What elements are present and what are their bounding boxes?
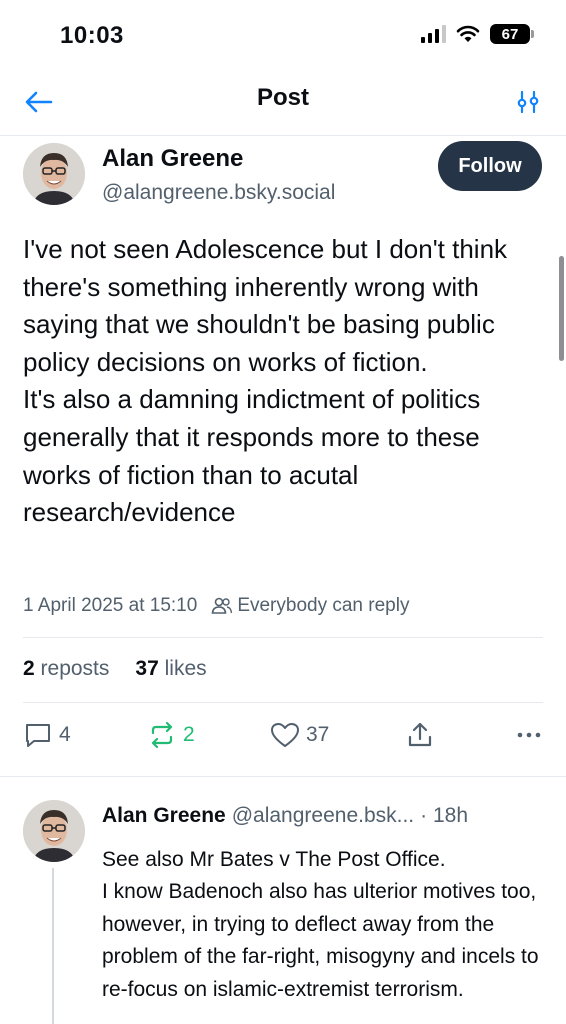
reply-text: See also Mr Bates v The Post Office. I k… — [102, 848, 539, 1001]
reply-setting-label: Everybody can reply — [237, 595, 410, 616]
more-options-button[interactable] — [515, 721, 543, 749]
follow-button[interactable]: Follow — [438, 141, 542, 191]
thread-settings-button[interactable] — [510, 84, 546, 120]
battery-icon: 67 — [490, 24, 534, 44]
avatar[interactable] — [23, 800, 85, 862]
divider — [23, 702, 543, 703]
status-bar: 10:03 67 — [0, 0, 566, 70]
wifi-icon — [456, 25, 480, 42]
comment-icon — [26, 724, 50, 747]
scrollbar[interactable] — [559, 256, 564, 361]
share-button[interactable] — [406, 721, 434, 749]
sliders-icon — [517, 90, 539, 114]
page-title: Post — [256, 84, 309, 111]
post-date: 1 April 2025 at 15:10 — [23, 595, 198, 616]
author-name[interactable]: Alan Greene — [102, 145, 243, 173]
more-dots-icon — [517, 732, 541, 738]
likes-label: likes — [164, 657, 207, 680]
thread-line — [52, 868, 54, 1024]
repost-count: 2 — [183, 723, 195, 746]
reposts-label: reposts — [40, 657, 110, 680]
like-count: 37 — [306, 723, 330, 746]
status-time: 10:03 — [60, 22, 124, 49]
reply-count: 4 — [59, 723, 71, 746]
reply-header: Alan Greene @alangreene.bsk... · 18h — [102, 804, 468, 828]
reposts-count: 2 — [23, 657, 35, 680]
repost-button[interactable]: 2 — [147, 721, 195, 749]
status-icons: 67 — [421, 24, 534, 44]
likes-count: 37 — [135, 657, 159, 680]
reply-setting: Everybody can reply — [211, 595, 409, 617]
post-actions: 4 2 37 — [23, 721, 543, 757]
avatar[interactable] — [23, 143, 85, 205]
engagement-stats: 2 reposts 37 likes — [23, 657, 207, 681]
post-text: I've not seen Adolescence but I don't th… — [23, 234, 508, 528]
like-button[interactable]: 37 — [270, 721, 329, 749]
cellular-signal-icon — [421, 25, 446, 43]
repost-icon — [151, 721, 173, 749]
reply-post[interactable]: Alan Greene @alangreene.bsk... · 18h See… — [0, 778, 566, 1024]
nav-bar: Post — [0, 70, 566, 136]
author-handle[interactable]: @alangreene.bsky.social — [102, 181, 335, 205]
post-meta: 1 April 2025 at 15:10 Everybody can repl… — [23, 595, 409, 617]
people-icon — [211, 597, 233, 614]
share-icon — [408, 722, 432, 747]
reply-time: · 18h — [420, 804, 469, 827]
main-post: Alan Greene @alangreene.bsky.social Foll… — [0, 137, 566, 777]
heart-icon — [271, 723, 299, 747]
avatar-image — [23, 800, 85, 862]
reposts-stat[interactable]: 2 reposts — [23, 657, 109, 681]
reply-author-name[interactable]: Alan Greene — [102, 804, 226, 828]
divider — [23, 637, 543, 638]
reply-author-handle[interactable]: @alangreene.bsk... — [232, 804, 414, 828]
likes-stat[interactable]: 37 likes — [135, 657, 206, 681]
avatar-image — [23, 143, 85, 205]
reply-button[interactable]: 4 — [23, 721, 71, 749]
